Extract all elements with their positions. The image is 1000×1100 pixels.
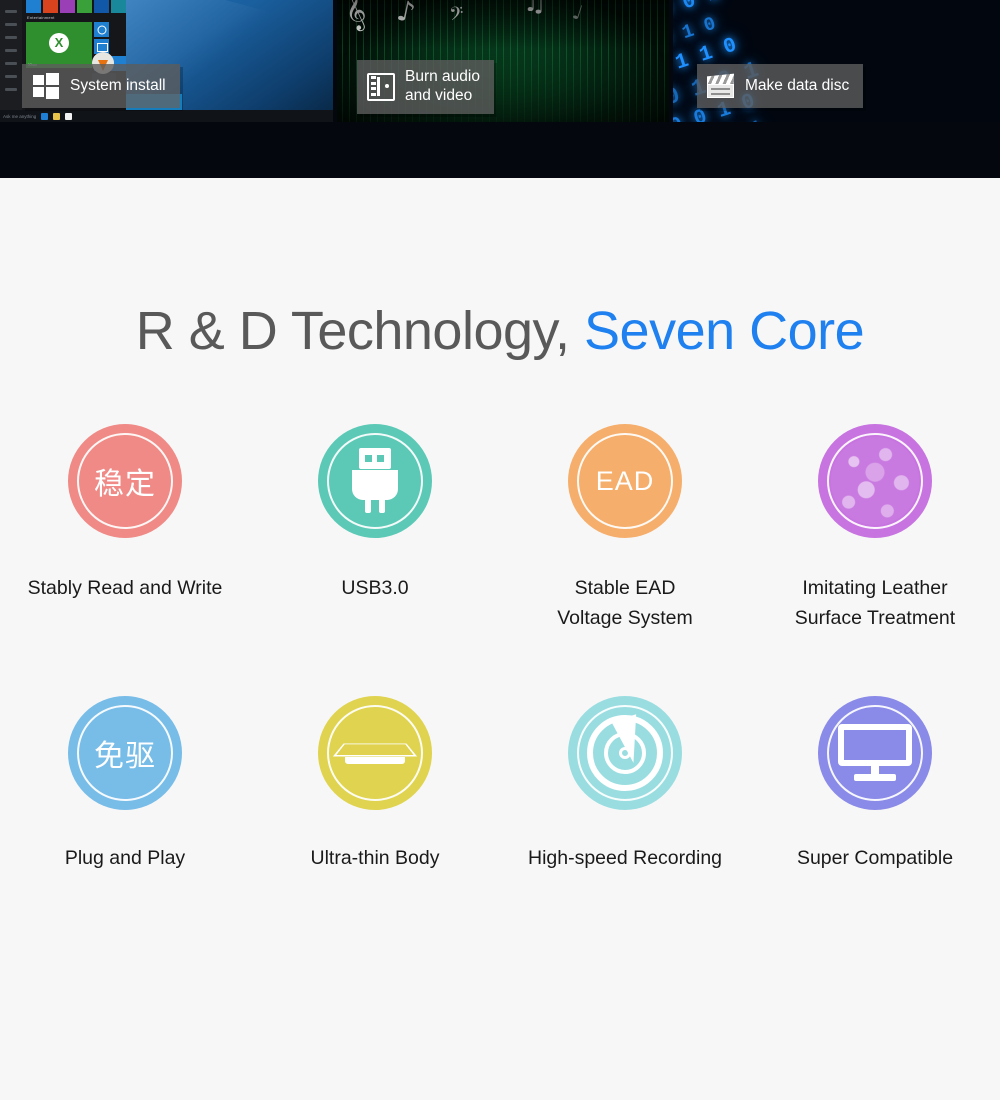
feature-caption: High-speed Recording [527,846,723,869]
chinese-text-driver-free-icon: 免驱 [94,738,156,774]
feature-caption: Ultra-thin Body [310,846,440,869]
film-strip-icon [367,72,395,101]
windows-taskbar: Ask me anything [0,110,335,122]
feature-icon-badge [318,695,432,810]
music-note-icon: ♫ [523,0,547,18]
feature-super-compatible[interactable]: Super Compatible [750,695,1000,874]
feature-icon-badge [818,424,932,538]
music-note-icon: ♪ [393,0,419,30]
feature-grid-row-1: 稳定 Stably Read and Write USB3.0 EAD Stab… [0,424,1000,634]
xbox-logo-icon [49,33,69,54]
start-menu-rail [0,0,22,114]
music-note-icon: ♩ [569,0,586,25]
feature-caption: Plug and Play [64,846,186,869]
feature-stable-ead-voltage-system[interactable]: EAD Stable EAD Voltage System [500,424,750,634]
feature-caption: USB3.0 [341,577,409,599]
store-taskbar-icon [53,112,61,120]
panel-divider-1 [333,0,337,122]
leather-texture-icon [831,437,919,525]
top-banner: Entertainment Xbox [0,0,1000,178]
feature-usb30[interactable]: USB3.0 [250,424,500,634]
feature-icon-badge: 稳定 [68,424,182,538]
feature-plug-and-play[interactable]: 免驱 Plug and Play [0,695,250,874]
feature-caption: Super Compatible [796,846,954,869]
feature-ultra-thin-body[interactable]: Ultra-thin Body [250,695,500,874]
page-title: R & D Technology, Seven Core [0,178,1000,362]
ead-text-icon: EAD [595,465,655,496]
monitor-icon [838,723,912,782]
photos-tile-icon [94,22,109,37]
xbox-tile: Xbox [26,22,92,68]
clapperboard-icon [707,72,735,100]
banner-caption-label: Burn audio and video [405,68,480,104]
features-section: R & D Technology, Seven Core 稳定 Stably R… [0,178,1000,1100]
start-menu-group-label: Entertainment [27,15,55,20]
chinese-text-stable-icon: 稳定 [94,467,156,502]
edge-taskbar-icon [41,112,49,120]
banner-caption-make-data-disc[interactable]: Make data disc [697,64,864,108]
feature-icon-badge: EAD [568,424,682,538]
app-taskbar-icon [65,112,73,120]
feature-imitating-leather-surface-treatment[interactable]: Imitating Leather Surface Treatment [750,424,1000,634]
banner-caption-label: System install [70,76,166,94]
feature-stably-read-and-write[interactable]: 稳定 Stably Read and Write [0,424,250,634]
feature-icon-badge: 免驱 [68,695,182,810]
banner-caption-label: Make data disc [745,76,850,94]
disc-lightning-icon [587,713,663,791]
taskbar-search-text: Ask me anything [3,113,37,119]
thin-slab-icon [332,733,418,773]
music-note-icon: 𝄞 [340,0,370,33]
page-title-lead: R & D Technology, [135,301,570,361]
feature-icon-badge [318,424,432,538]
banner-caption-burn-audio-video[interactable]: Burn audio and video [357,60,494,114]
feature-icon-badge [568,695,682,810]
feature-caption: Stably Read and Write [27,577,223,599]
feature-caption: Stable EAD Voltage System [557,577,693,629]
feature-icon-badge [818,695,932,810]
windows-logo-icon [32,72,60,100]
feature-caption: Imitating Leather Surface Treatment [794,577,956,629]
feature-grid-row-2: 免驱 Plug and Play Ultra-thin Body High-sp… [0,695,1000,874]
panel-divider-2 [669,0,673,122]
feature-high-speed-recording[interactable]: High-speed Recording [500,695,750,874]
page-title-accent: Seven Core [584,301,865,361]
music-note-icon: 𝄢 [448,3,466,30]
banner-caption-system-install[interactable]: System install [22,64,180,108]
usb-plug-icon [352,448,398,514]
